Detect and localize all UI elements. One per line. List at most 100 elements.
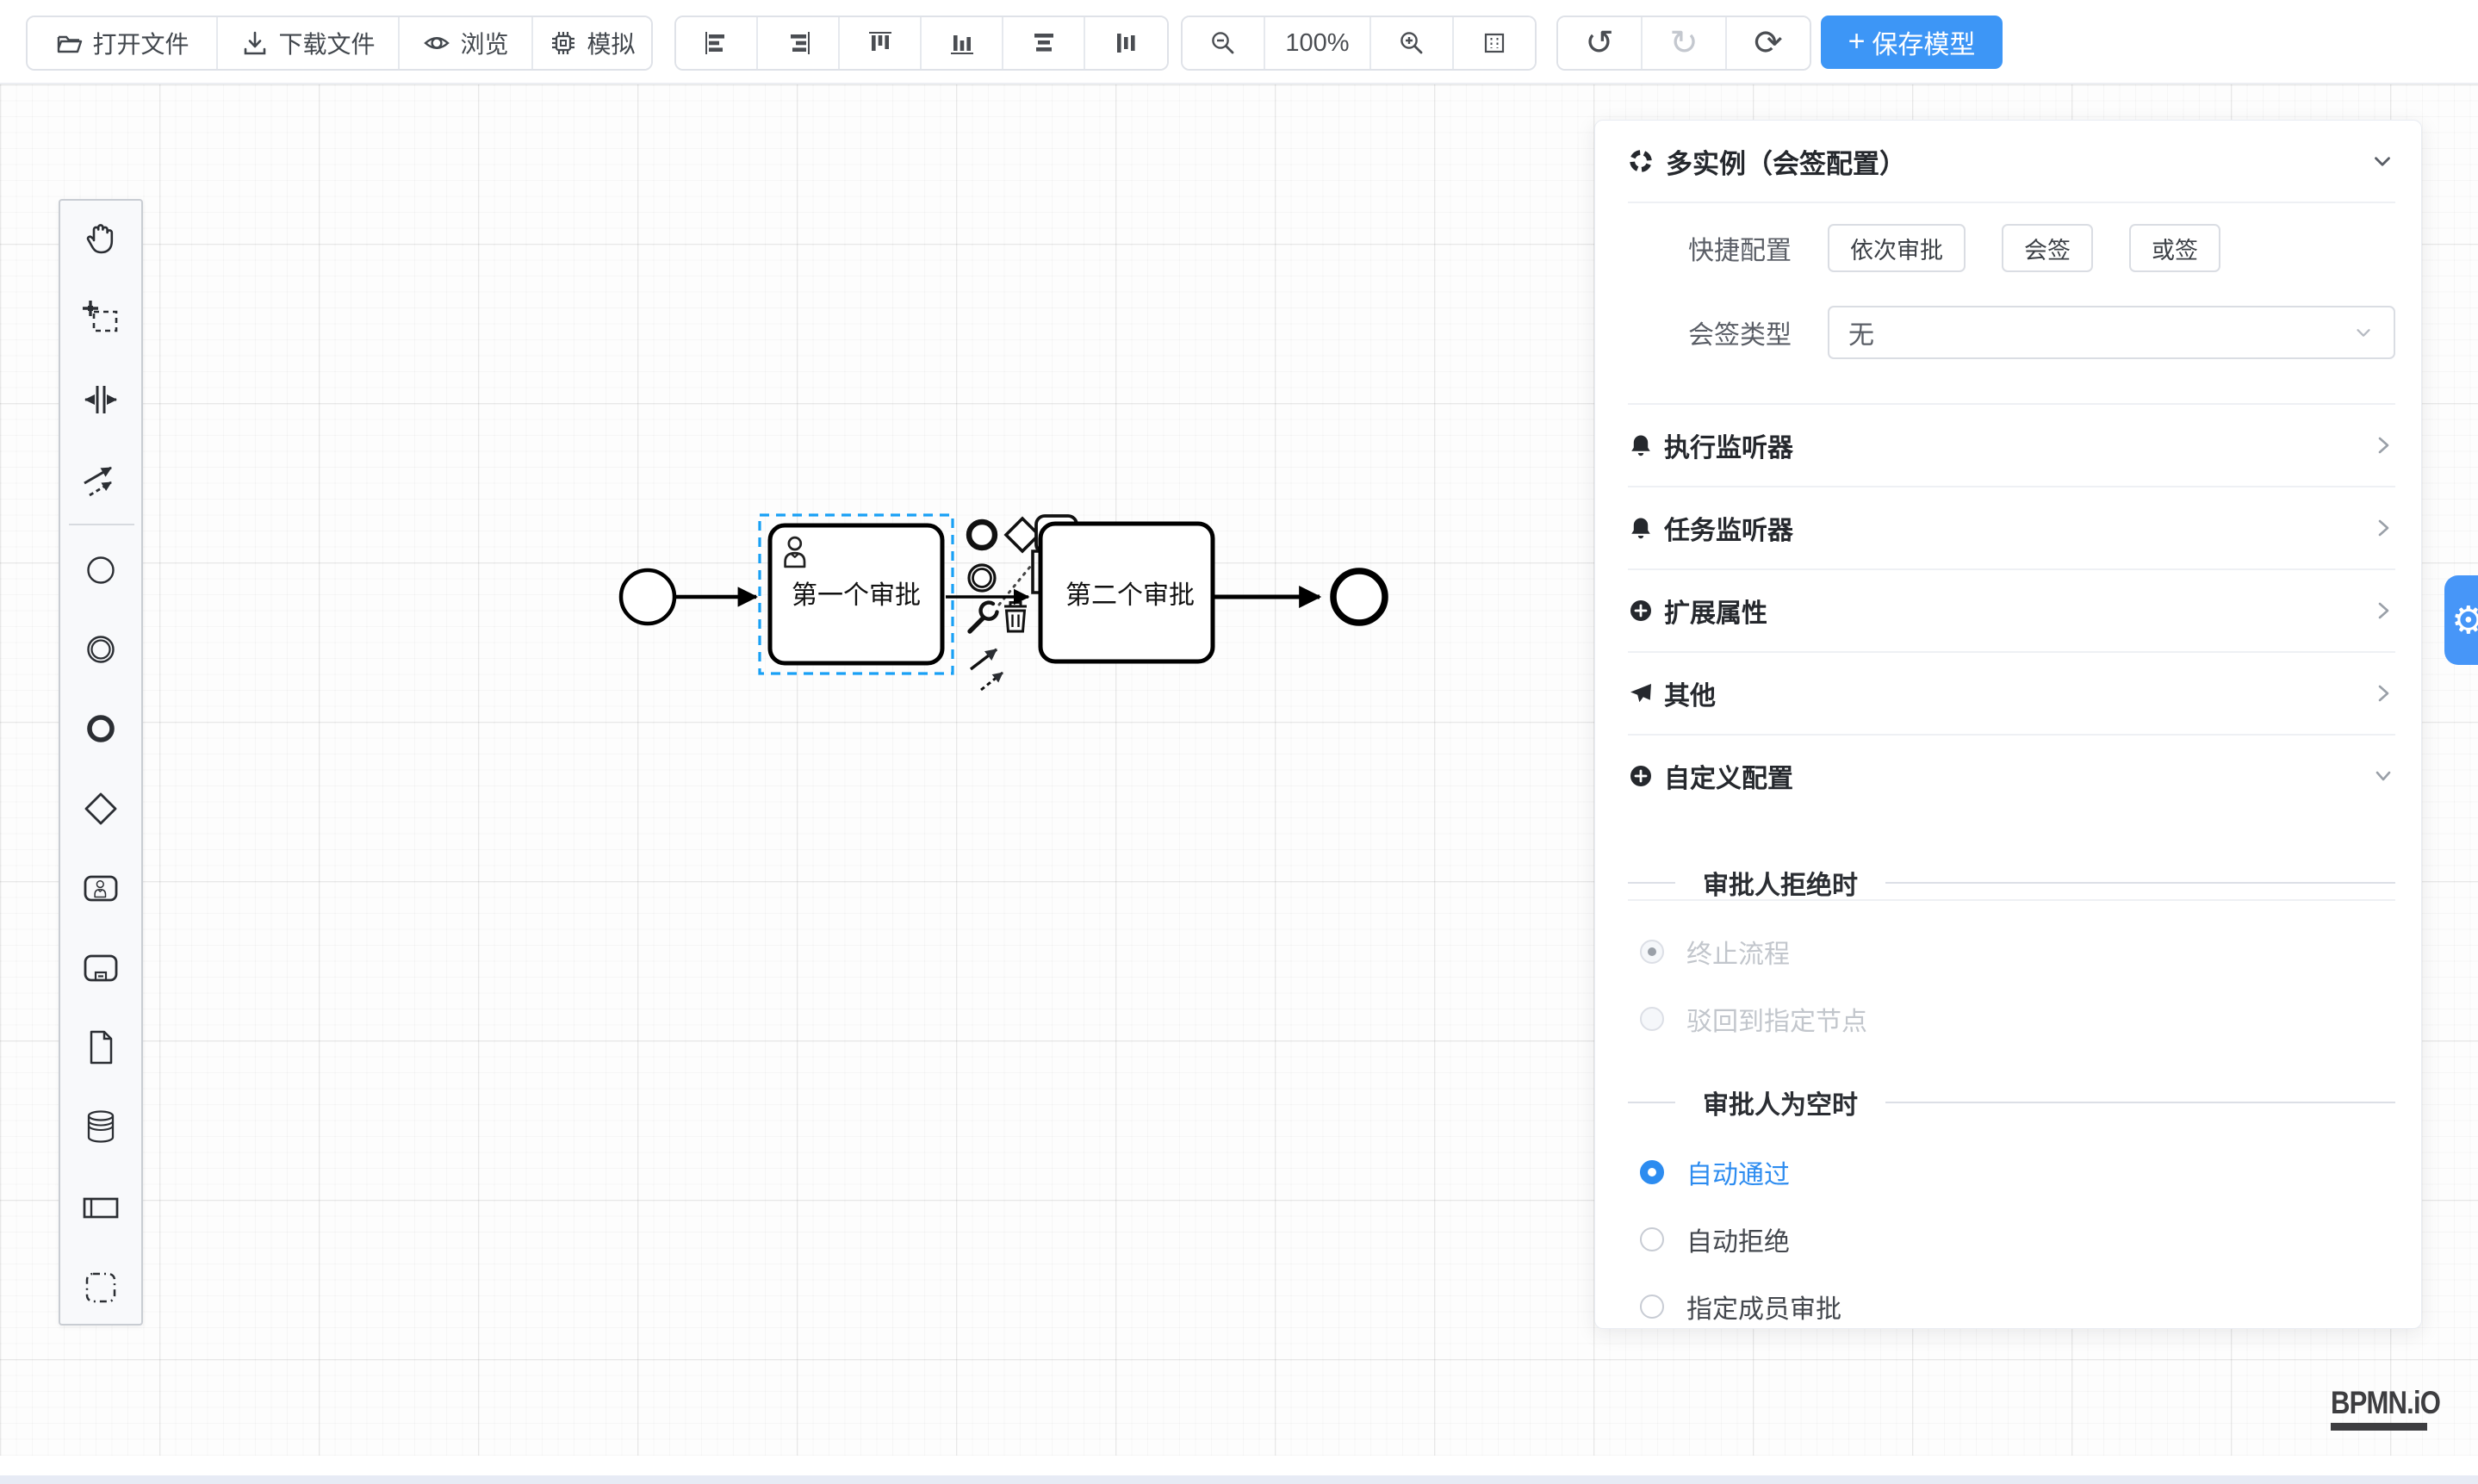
panel-header[interactable]: 多实例（会签配置）: [1628, 121, 2395, 203]
browse-label: 浏览: [460, 26, 508, 60]
properties-panel: 多实例（会签配置） 快捷配置 依次审批 会签 或签 会签类型 无 执行监听器: [1594, 120, 2422, 1329]
empty-group-title-text: 审批人为空时: [1703, 1084, 1858, 1121]
bpmn-io-logo-text: BPMN.iO: [2331, 1385, 2413, 1421]
align-center-vertical-button[interactable]: [1085, 17, 1167, 69]
fit-viewport-icon: [1480, 28, 1509, 58]
connect-icon: [80, 460, 121, 501]
send-icon: [1628, 680, 1654, 706]
sign-type-label: 会签类型: [1628, 314, 1792, 351]
sign-type-select[interactable]: 无: [1828, 306, 2395, 359]
create-user-task[interactable]: [77, 864, 125, 912]
section-label: 扩展属性: [1664, 592, 1767, 630]
open-folder-icon: [54, 28, 84, 58]
settings-tab[interactable]: ⚙: [2444, 575, 2478, 665]
space-tool[interactable]: [77, 376, 125, 424]
zoom-in-icon: [1397, 28, 1426, 58]
hand-icon: [80, 218, 121, 259]
radio-icon[interactable]: [1640, 1227, 1664, 1251]
section-label: 任务监听器: [1664, 509, 1793, 547]
align-right-button[interactable]: [758, 17, 840, 69]
align-bottom-button[interactable]: [922, 17, 1003, 69]
save-model-button[interactable]: + 保存模型: [1821, 16, 2003, 69]
global-connect-tool[interactable]: [77, 456, 125, 505]
eye-icon: [422, 28, 451, 58]
quick-option-countersign-button[interactable]: 会签: [2002, 224, 2093, 272]
create-group[interactable]: [77, 1264, 125, 1312]
intermediate-event-icon: [80, 629, 121, 670]
section-execution-listener[interactable]: 执行监听器: [1628, 403, 2395, 486]
hand-tool[interactable]: [77, 214, 125, 263]
open-file-button[interactable]: 打开文件: [28, 17, 218, 69]
section-other[interactable]: 其他: [1628, 651, 2395, 734]
file-actions-group: 打开文件 下载文件 浏览 模拟: [26, 16, 653, 71]
section-task-listener[interactable]: 任务监听器: [1628, 486, 2395, 568]
user-task-icon: [80, 867, 121, 909]
lasso-icon: [80, 298, 121, 339]
radio-icon[interactable]: [1640, 1160, 1664, 1184]
chevron-down-icon[interactable]: [2369, 148, 2395, 174]
quick-option-sequential-button[interactable]: 依次审批: [1828, 224, 1966, 272]
chevron-right-icon: [2371, 516, 2395, 540]
space-tool-icon: [80, 379, 121, 420]
bell-icon: [1628, 515, 1654, 541]
participant-icon: [80, 1187, 121, 1228]
radio-terminate-process[interactable]: 终止流程: [1628, 930, 2395, 973]
panel-title: 多实例（会签配置）: [1666, 142, 1906, 181]
create-subprocess[interactable]: [77, 944, 125, 992]
download-file-label: 下载文件: [278, 26, 375, 60]
gateway-icon: [80, 788, 121, 829]
horizontal-scrollbar[interactable]: [0, 1456, 2478, 1475]
bpmn-io-logo[interactable]: BPMN.iO: [2331, 1385, 2429, 1431]
redo-button[interactable]: ↻: [1643, 17, 1727, 69]
bpmn-palette: [59, 199, 143, 1326]
align-center-horizontal-button[interactable]: [1003, 17, 1085, 69]
window-bottom-edge: [0, 1475, 2478, 1484]
radio-auto-reject[interactable]: 自动拒绝: [1628, 1218, 2395, 1261]
align-left-button[interactable]: [676, 17, 758, 69]
chip-icon: [549, 28, 578, 58]
chevron-right-icon: [2371, 681, 2395, 705]
create-data-store[interactable]: [77, 1102, 125, 1151]
create-gateway[interactable]: [77, 785, 125, 833]
radio-return-to-node[interactable]: 驳回到指定节点: [1628, 997, 2395, 1040]
radio-auto-pass[interactable]: 自动通过: [1628, 1151, 2395, 1194]
zoom-in-button[interactable]: [1371, 17, 1454, 69]
fit-viewport-button[interactable]: [1454, 17, 1535, 69]
radio-icon[interactable]: [1640, 1295, 1664, 1319]
browse-button[interactable]: 浏览: [400, 17, 533, 69]
empty-group-title: 审批人为空时: [1628, 1077, 2395, 1128]
create-end-event[interactable]: [77, 705, 125, 753]
chevron-right-icon: [2371, 599, 2395, 623]
zoom-level[interactable]: 100%: [1265, 17, 1371, 69]
start-event-icon: [80, 550, 121, 591]
radio-assign-member[interactable]: 指定成员审批: [1628, 1285, 2395, 1328]
section-extension-properties[interactable]: 扩展属性: [1628, 568, 2395, 651]
lasso-tool[interactable]: [77, 295, 125, 343]
reset-button[interactable]: ⟳: [1727, 17, 1810, 69]
bell-icon: [1628, 432, 1654, 458]
align-left-icon: [702, 28, 731, 58]
redo-icon: ↻: [1669, 26, 1699, 60]
palette-separator: [69, 524, 134, 525]
create-data-object[interactable]: [77, 1023, 125, 1071]
multi-instance-icon: [1628, 148, 1654, 174]
section-custom-config[interactable]: 自定义配置: [1628, 734, 2395, 817]
create-participant[interactable]: [77, 1183, 125, 1232]
radio-icon[interactable]: [1640, 940, 1664, 964]
simulate-button[interactable]: 模拟: [533, 17, 651, 69]
zoom-out-button[interactable]: [1183, 17, 1265, 69]
reject-group-title: 审批人拒绝时: [1628, 857, 2395, 909]
end-event-icon: [80, 708, 121, 749]
download-file-button[interactable]: 下载文件: [218, 17, 400, 69]
quick-option-orsign-button[interactable]: 或签: [2129, 224, 2220, 272]
sign-type-value: 无: [1848, 314, 1874, 351]
align-center-horizontal-icon: [1029, 28, 1059, 58]
align-top-icon: [866, 28, 895, 58]
create-intermediate-event[interactable]: [77, 625, 125, 674]
align-top-button[interactable]: [840, 17, 922, 69]
create-start-event[interactable]: [77, 546, 125, 594]
undo-button[interactable]: ↺: [1558, 17, 1643, 69]
zoom-out-icon: [1208, 28, 1238, 58]
section-label: 其他: [1664, 674, 1716, 712]
radio-icon[interactable]: [1640, 1007, 1664, 1031]
